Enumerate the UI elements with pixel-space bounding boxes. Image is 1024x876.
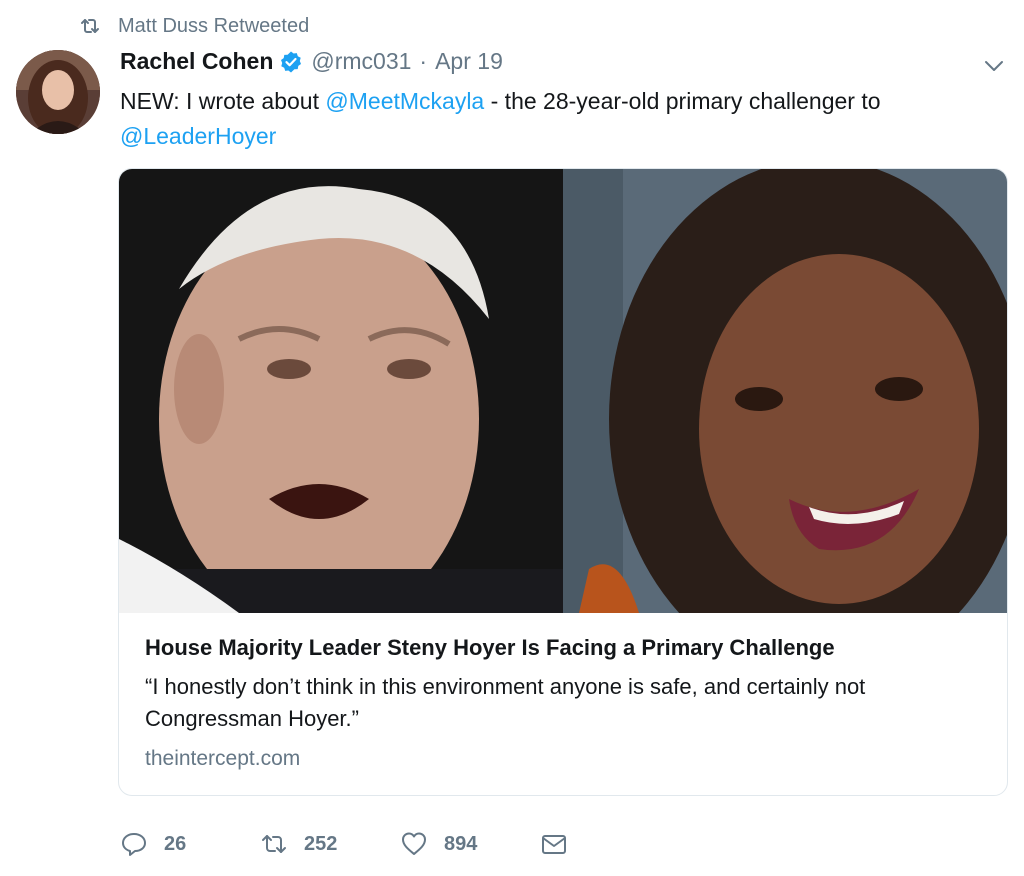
tweet-actions: 26 252 894 xyxy=(120,830,568,858)
tweet-text-part: - the 28-year-old primary challenger to xyxy=(484,88,881,114)
card-domain: theintercept.com xyxy=(145,747,301,770)
like-button[interactable]: 894 xyxy=(400,830,540,858)
like-count: 894 xyxy=(444,832,478,855)
card-title[interactable]: House Majority Leader Steny Hoyer Is Fac… xyxy=(145,633,985,663)
tweet-text-part: NEW: I wrote about xyxy=(120,88,326,114)
retweet-icon xyxy=(262,835,286,853)
reply-icon xyxy=(122,833,146,856)
mention-link[interactable]: @LeaderHoyer xyxy=(120,123,276,149)
heart-icon xyxy=(402,832,426,855)
envelope-icon xyxy=(542,835,566,854)
reply-count: 26 xyxy=(164,832,187,855)
link-card[interactable]: House Majority Leader Steny Hoyer Is Fac… xyxy=(118,168,1008,796)
direct-message-button[interactable] xyxy=(540,830,568,858)
tweet-header: Rachel Cohen @rmc031 · Apr 19 xyxy=(120,48,503,75)
card-image[interactable] xyxy=(119,169,1007,613)
avatar[interactable] xyxy=(16,50,100,134)
retweet-count: 252 xyxy=(304,832,338,855)
card-description: “I honestly don’t think in this environm… xyxy=(145,674,866,731)
retweet-icon xyxy=(81,19,99,33)
retweet-context-text[interactable]: Matt Duss Retweeted xyxy=(118,15,309,38)
retweet-context[interactable]: Matt Duss Retweeted xyxy=(78,14,309,38)
author-username[interactable]: @rmc031 xyxy=(311,48,411,75)
author-fullname[interactable]: Rachel Cohen xyxy=(120,48,273,75)
chevron-down-icon[interactable] xyxy=(982,56,1006,76)
header-separator: · xyxy=(419,48,428,74)
tweet-timestamp[interactable]: Apr 19 xyxy=(435,48,503,75)
mention-link[interactable]: @MeetMckayla xyxy=(325,88,484,114)
card-body: House Majority Leader Steny Hoyer Is Fac… xyxy=(145,633,985,771)
reply-button[interactable]: 26 xyxy=(120,830,260,858)
tweet-text: NEW: I wrote about @MeetMckayla - the 28… xyxy=(120,84,1000,154)
retweet-button[interactable]: 252 xyxy=(260,830,400,858)
verified-badge-icon xyxy=(281,51,302,72)
